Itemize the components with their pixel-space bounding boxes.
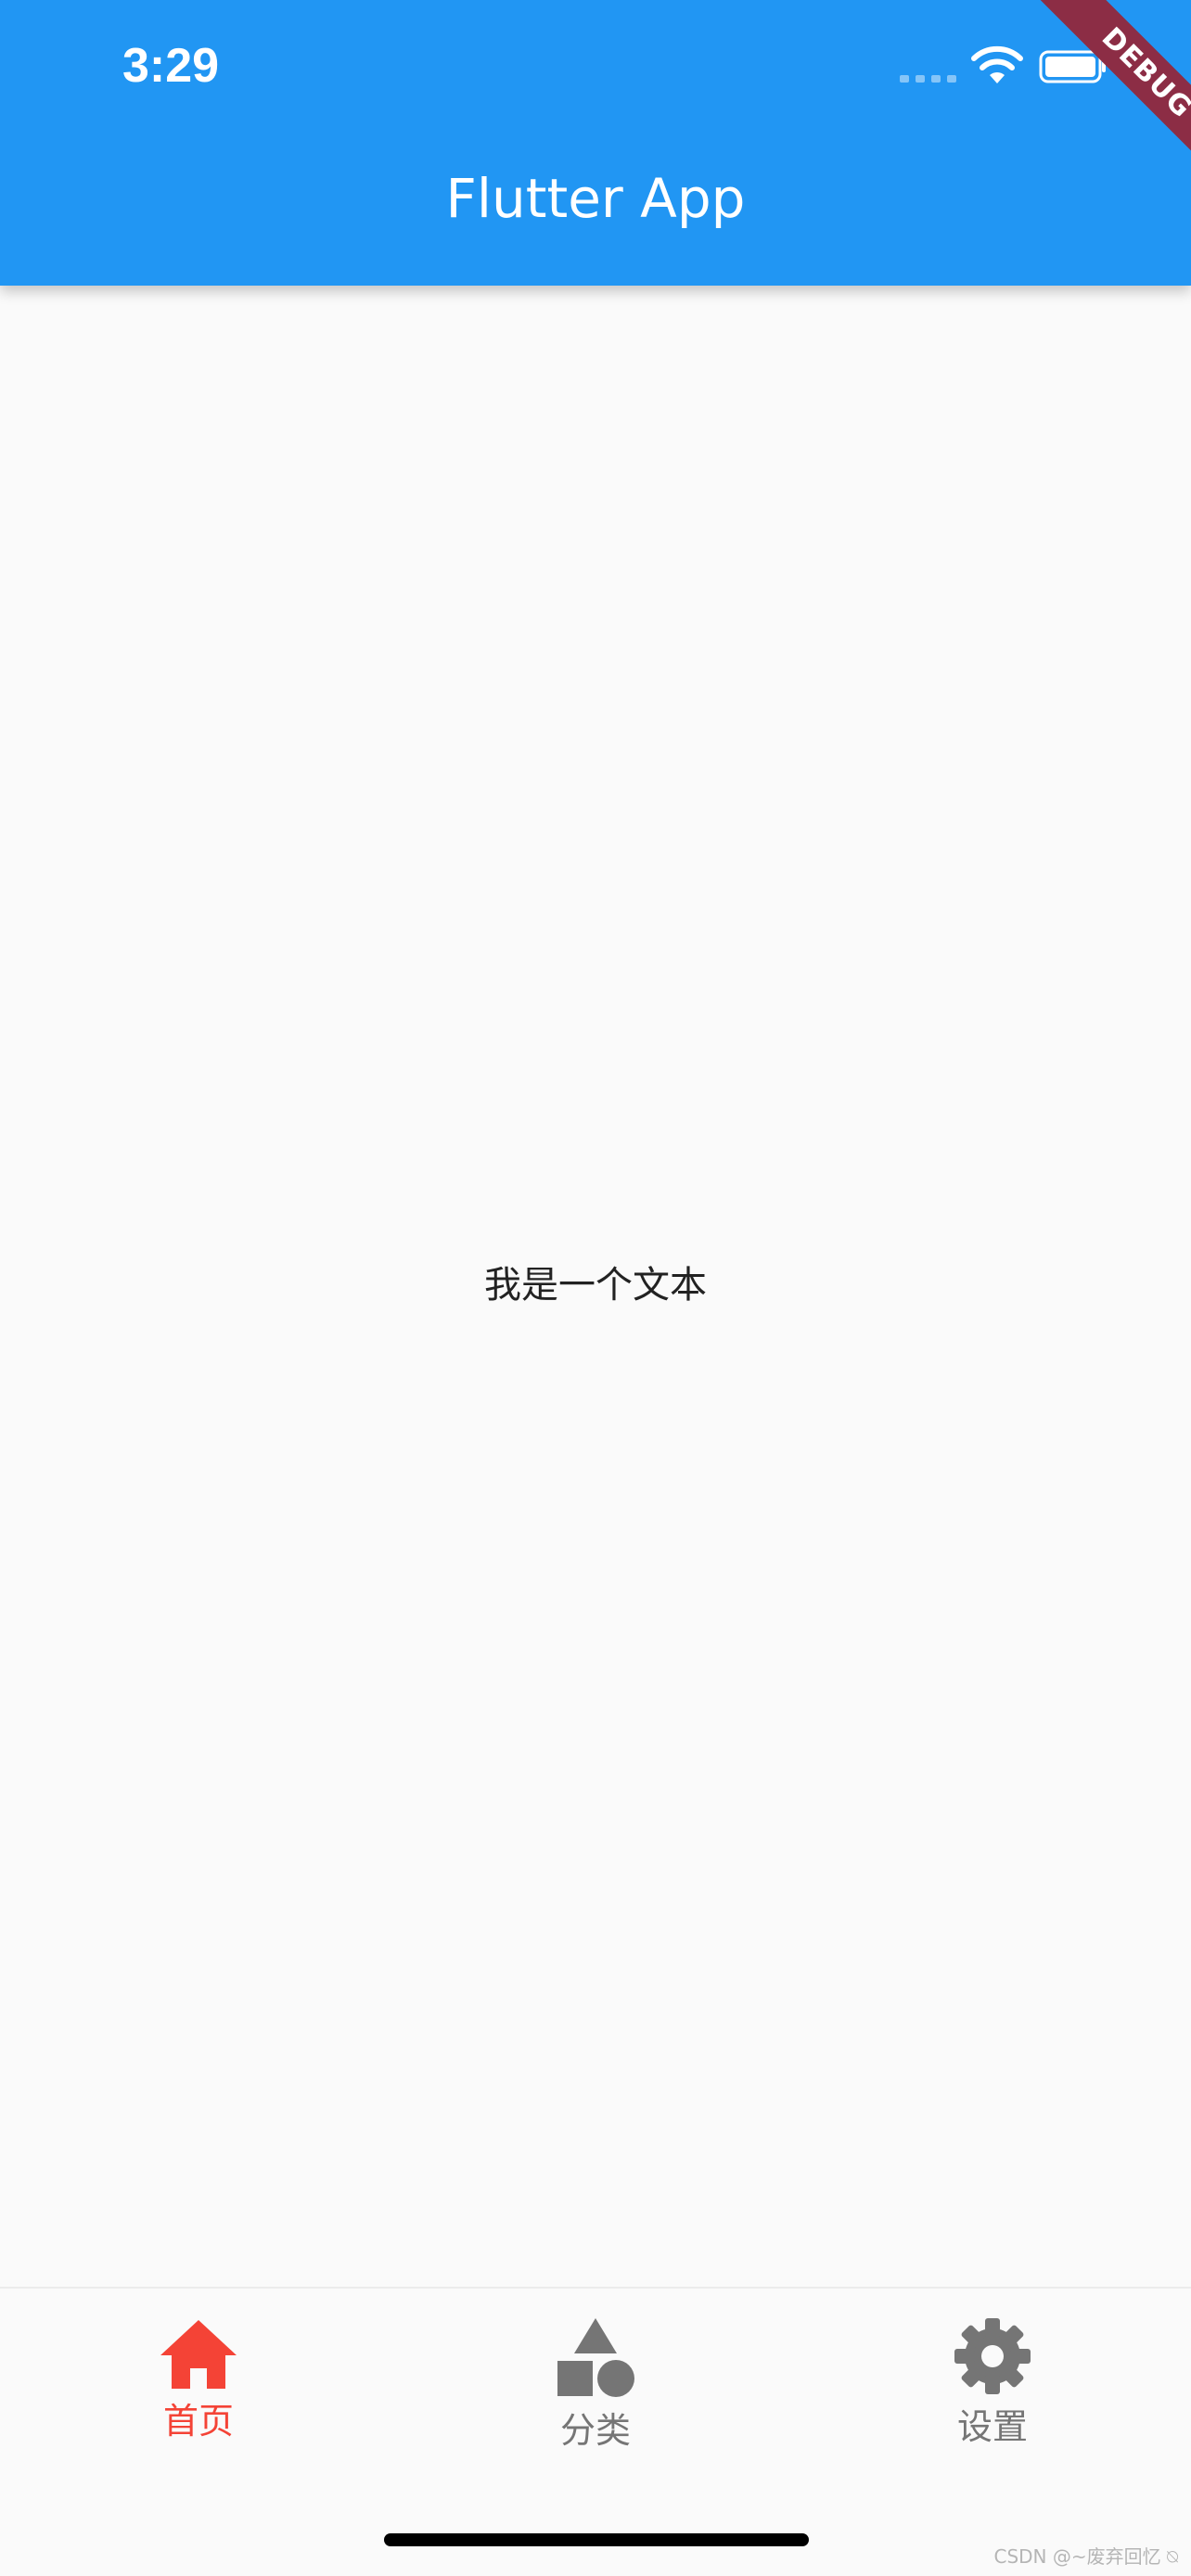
home-icon bbox=[160, 2320, 237, 2389]
body-text: 我是一个文本 bbox=[484, 1264, 707, 1307]
nav-label-category: 分类 bbox=[559, 2410, 631, 2451]
app-screen: 3:29 Flutter App DEBUG 我是一个文本 首页 分类 设置 C… bbox=[0, 0, 1191, 2576]
app-bar: 3:29 Flutter App bbox=[0, 0, 1191, 286]
wifi-icon bbox=[971, 45, 1023, 83]
settings-icon bbox=[954, 2318, 1031, 2394]
nav-label-home: 首页 bbox=[162, 2401, 234, 2442]
status-time: 3:29 bbox=[122, 39, 220, 93]
nav-item-settings[interactable]: 设置 bbox=[794, 2316, 1191, 2502]
app-title: Flutter App bbox=[445, 167, 746, 230]
home-indicator[interactable] bbox=[384, 2533, 809, 2546]
watermark: CSDN @~废弃回忆 ⍉ bbox=[993, 2545, 1179, 2568]
category-icon bbox=[557, 2318, 634, 2397]
nav-item-home[interactable]: 首页 bbox=[0, 2316, 397, 2502]
cellular-signal-icon bbox=[900, 75, 956, 83]
nav-label-settings: 设置 bbox=[956, 2406, 1028, 2447]
nav-item-category[interactable]: 分类 bbox=[397, 2316, 794, 2502]
